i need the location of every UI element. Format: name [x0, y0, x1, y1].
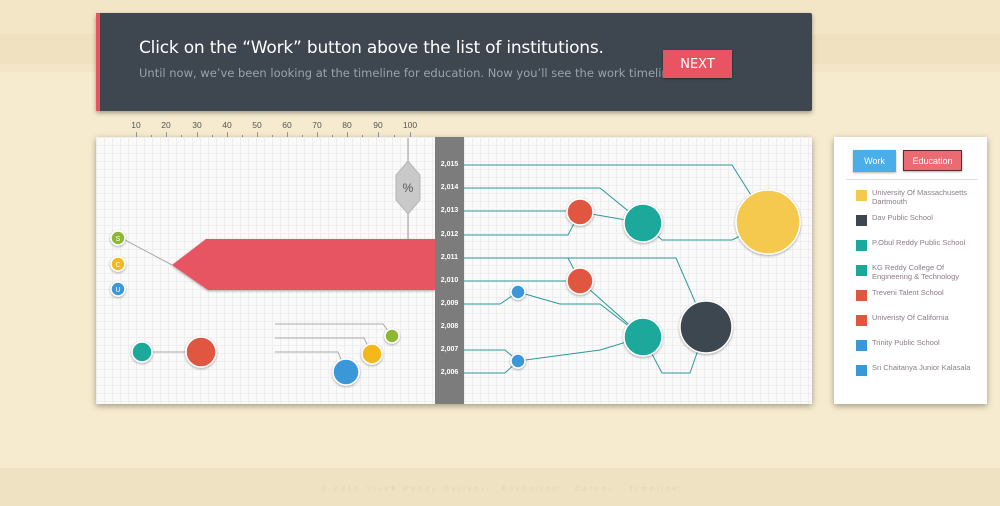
institution-legend: Work Education University Of Massachuset…	[834, 137, 987, 404]
percent-marker-label: %	[403, 181, 414, 195]
legend-item-label: University Of Massachusetts Dartmouth	[872, 188, 968, 206]
legend-item[interactable]: Univeristy Of California	[856, 313, 984, 326]
legend-item-label: Univeristy Of California	[872, 313, 949, 322]
year-label: 2,009	[440, 300, 459, 307]
su-badges: S C U	[110, 230, 126, 297]
node-dav-public-school[interactable]	[679, 300, 733, 354]
year-label: 2,007	[440, 346, 459, 353]
year-label: 2,014	[440, 184, 459, 191]
legend-item-label: Dav Public School	[872, 213, 933, 222]
legend-item[interactable]: Sri Chaitanya Junior Kalasala	[856, 363, 984, 376]
legend-item[interactable]: Trinity Public School	[856, 338, 984, 351]
education-button[interactable]: Education	[903, 150, 962, 171]
year-label: 2,010	[440, 277, 459, 284]
node-university-of-california[interactable]	[566, 267, 594, 295]
work-button[interactable]: Work	[853, 150, 896, 172]
legend-swatch	[856, 290, 867, 301]
legend-swatch	[856, 190, 867, 201]
year-axis: 2,015 2,014 2,013 2,012 2,011 2,010 2,00…	[435, 137, 464, 404]
year-label: 2,011	[440, 254, 459, 261]
node-trinity-public-school[interactable]	[510, 284, 526, 300]
legend-item-label: KG Reddy College Of Engineering & Techno…	[872, 263, 960, 281]
bubble-blue[interactable]	[332, 358, 360, 386]
legend-item[interactable]: KG Reddy College Of Engineering & Techno…	[856, 263, 984, 281]
legend-swatch	[856, 215, 867, 226]
legend-swatch	[856, 340, 867, 351]
year-label: 2,006	[440, 369, 459, 376]
legend-item-label: P.Obul Reddy Public School	[872, 238, 966, 247]
legend-item-label: Treveni Talent School	[872, 288, 944, 297]
legend-item[interactable]: Treveni Talent School	[856, 288, 984, 301]
node-kg-reddy-college[interactable]	[623, 317, 663, 357]
legend-item-label: Trinity Public School	[872, 338, 940, 347]
year-label: 2,008	[440, 323, 459, 330]
bubble-green[interactable]	[384, 328, 400, 344]
legend-item[interactable]: P.Obul Reddy Public School	[856, 238, 984, 251]
legend-item[interactable]: University Of Massachusetts Dartmouth	[856, 188, 984, 206]
node-treveni-talent-school[interactable]	[566, 198, 594, 226]
legend-swatch	[856, 315, 867, 326]
badge-u-label: U	[115, 287, 120, 294]
badge-c-label: C	[115, 262, 120, 269]
badge-connector	[124, 239, 173, 266]
legend-item[interactable]: Dav Public School	[856, 213, 984, 226]
node-p-obul-reddy-public-school[interactable]	[623, 203, 663, 243]
legend-swatch	[856, 365, 867, 376]
legend-swatch	[856, 265, 867, 276]
bubble-yellow[interactable]	[361, 343, 383, 365]
badge-s-label: S	[116, 236, 121, 243]
year-label: 2,012	[440, 231, 459, 238]
node-university-of-massachusetts[interactable]	[735, 189, 801, 255]
year-label: 2,013	[440, 207, 459, 214]
institution-node-red[interactable]	[185, 336, 217, 368]
education-bar[interactable]	[172, 239, 435, 290]
legend-swatch	[856, 240, 867, 251]
legend-item-label: Sri Chaitanya Junior Kalasala	[872, 363, 971, 372]
year-label: 2,015	[440, 161, 459, 168]
legend-divider	[846, 179, 978, 180]
institution-node-teal[interactable]	[131, 341, 153, 363]
node-sri-chaitanya[interactable]	[510, 353, 526, 369]
